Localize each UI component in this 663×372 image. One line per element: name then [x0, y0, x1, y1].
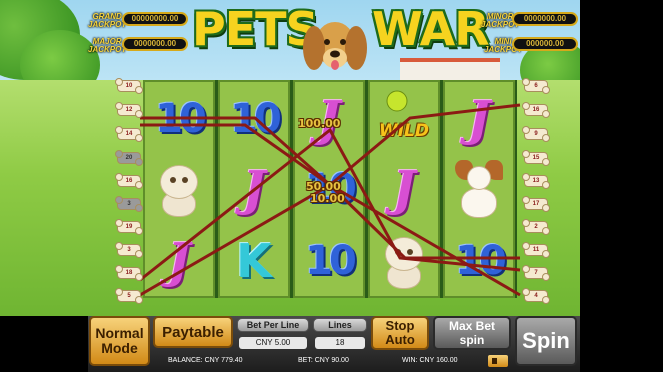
- symbol-j: J: [392, 161, 416, 217]
- payline-marker-right[interactable]: 15: [522, 150, 550, 166]
- payline-marker-left[interactable]: 3: [115, 196, 143, 212]
- symbol-kitten: [370, 226, 438, 296]
- stop-auto-label-line: Auto: [385, 332, 415, 347]
- lines-button[interactable]: Lines: [313, 318, 367, 332]
- normal-mode-label-line: Mode: [101, 340, 138, 356]
- max-bet-label-line: spin: [459, 333, 485, 347]
- speaker-icon[interactable]: [488, 355, 508, 367]
- payline-marker-left[interactable]: 18: [115, 265, 143, 281]
- balance-display: BALANCE: CNY 779.40: [168, 357, 243, 364]
- grand-jackpot-value: 00000000.00: [122, 12, 188, 26]
- payline-marker-left[interactable]: 20: [115, 150, 143, 166]
- minor-jackpot-value: 0000000.00: [512, 12, 578, 26]
- logo-word-war: WAR: [372, 2, 490, 56]
- payline-marker-right[interactable]: 2: [522, 219, 550, 235]
- payline-marker-right[interactable]: 17: [522, 196, 550, 212]
- right-margin: [580, 0, 663, 372]
- jackpot-label-line: JACKPOT: [88, 45, 127, 54]
- bet-per-line-value: CNY 5.00: [239, 337, 307, 349]
- symbol-j: J: [242, 161, 266, 217]
- win-amount: 10.00: [310, 192, 345, 205]
- mini-jackpot-value: 000000.00: [512, 37, 578, 51]
- house-decoration: [400, 58, 500, 82]
- payline-marker-left[interactable]: 12: [115, 102, 143, 118]
- payline-marker-right[interactable]: 11: [522, 242, 550, 258]
- wild-label: WILD: [378, 121, 430, 141]
- payline-marker-right[interactable]: 16: [522, 102, 550, 118]
- major-jackpot-label: MAJOR JACKPOT: [88, 38, 126, 54]
- major-jackpot-value: 0000000.00: [122, 37, 188, 51]
- grand-jackpot-label: GRAND JACKPOT: [88, 13, 126, 29]
- symbol-10: 10: [230, 96, 282, 142]
- game-scene: PETS WAR GRAND JACKPOT 00000000.00 MAJOR…: [0, 0, 663, 372]
- max-bet-label-line: Max Bet: [448, 319, 495, 333]
- payline-marker-right[interactable]: 13: [522, 173, 550, 189]
- symbol-j: J: [167, 233, 191, 289]
- dog-mascot-icon: [303, 22, 367, 70]
- kitten-icon: [377, 233, 431, 289]
- lines-value: 18: [315, 337, 365, 349]
- kitten-icon: [152, 161, 206, 217]
- normal-mode-button[interactable]: Normal Mode: [89, 316, 150, 366]
- reel-5: J 10: [443, 80, 515, 298]
- symbol-10: 10: [455, 238, 507, 284]
- reel-1: 10 J: [143, 80, 215, 298]
- symbol-puppy: [445, 154, 513, 224]
- bet-per-line-button[interactable]: Bet Per Line: [237, 318, 309, 332]
- tennis-ball-icon: [386, 90, 408, 112]
- win-display: WIN: CNY 160.00: [402, 357, 458, 364]
- payline-marker-left[interactable]: 10: [115, 78, 143, 94]
- payline-marker-left[interactable]: 5: [115, 288, 143, 304]
- payline-marker-right[interactable]: 9: [522, 126, 550, 142]
- symbol-wild: WILD: [370, 84, 438, 154]
- paytable-button[interactable]: Paytable: [153, 316, 233, 348]
- payline-marker-right[interactable]: 4: [522, 288, 550, 304]
- game-background: PETS WAR GRAND JACKPOT 00000000.00 MAJOR…: [0, 0, 580, 316]
- jackpot-label-line: JACKPOT: [88, 20, 127, 29]
- symbol-k: K: [236, 234, 272, 288]
- payline-marker-right[interactable]: 7: [522, 265, 550, 281]
- payline-marker-left[interactable]: 19: [115, 219, 143, 235]
- normal-mode-label-line: Normal: [95, 325, 144, 341]
- puppy-icon: [451, 158, 507, 220]
- spin-button[interactable]: Spin: [515, 316, 577, 366]
- payline-marker-left[interactable]: 3: [115, 242, 143, 258]
- payline-marker-left[interactable]: 14: [115, 126, 143, 142]
- payline-marker-left[interactable]: 16: [115, 173, 143, 189]
- bet-display: BET: CNY 90.00: [298, 357, 349, 364]
- win-amount: 100.00: [298, 117, 341, 130]
- reel-4: WILD J: [368, 80, 440, 298]
- stop-auto-button[interactable]: Stop Auto: [371, 316, 429, 350]
- symbol-10: 10: [305, 238, 357, 284]
- symbol-kitten: [145, 154, 213, 224]
- stop-auto-label-line: Stop: [385, 318, 415, 333]
- max-bet-spin-button[interactable]: Max Bet spin: [433, 316, 511, 350]
- payline-marker-right[interactable]: 6: [522, 78, 550, 94]
- symbol-j: J: [467, 91, 491, 147]
- reel-2: 10 J K: [218, 80, 290, 298]
- symbol-10: 10: [155, 96, 207, 142]
